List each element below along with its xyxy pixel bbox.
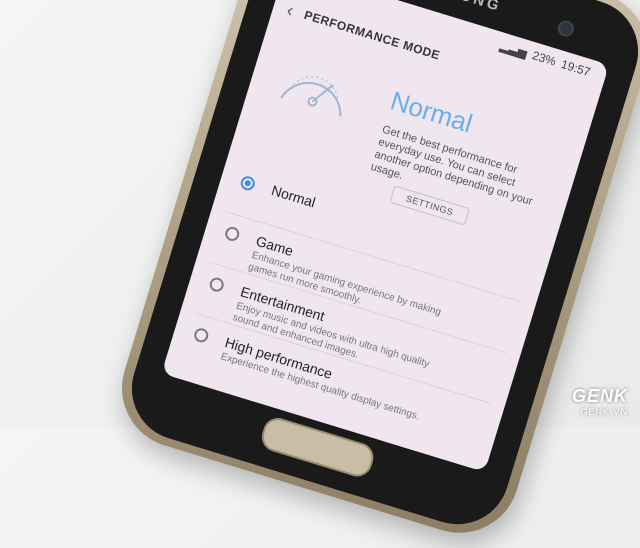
radio-game[interactable] (223, 225, 241, 243)
watermark: GENK GENK.VN (572, 386, 628, 417)
clock: 19:57 (559, 57, 593, 80)
phone: SAMSUNG ▂▃▅ 23% 19:57 ‹ PERFORMANCE MODE… (107, 0, 640, 548)
radio-high-performance[interactable] (192, 326, 210, 345)
screen: ▂▃▅ 23% 19:57 ‹ PERFORMANCE MODE Normal … (161, 0, 610, 473)
watermark-logo: GENK (571, 386, 628, 406)
back-arrow-icon[interactable]: ‹ (284, 0, 297, 21)
radio-entertainment[interactable] (208, 275, 226, 294)
phone-bezel: SAMSUNG ▂▃▅ 23% 19:57 ‹ PERFORMANCE MODE… (118, 0, 640, 538)
radio-normal[interactable] (239, 174, 257, 193)
gauge-icon (280, 76, 342, 117)
battery-level: 23% (530, 48, 558, 69)
watermark-url: GENK.VN (580, 407, 628, 417)
signal-icon: ▂▃▅ (498, 38, 529, 60)
